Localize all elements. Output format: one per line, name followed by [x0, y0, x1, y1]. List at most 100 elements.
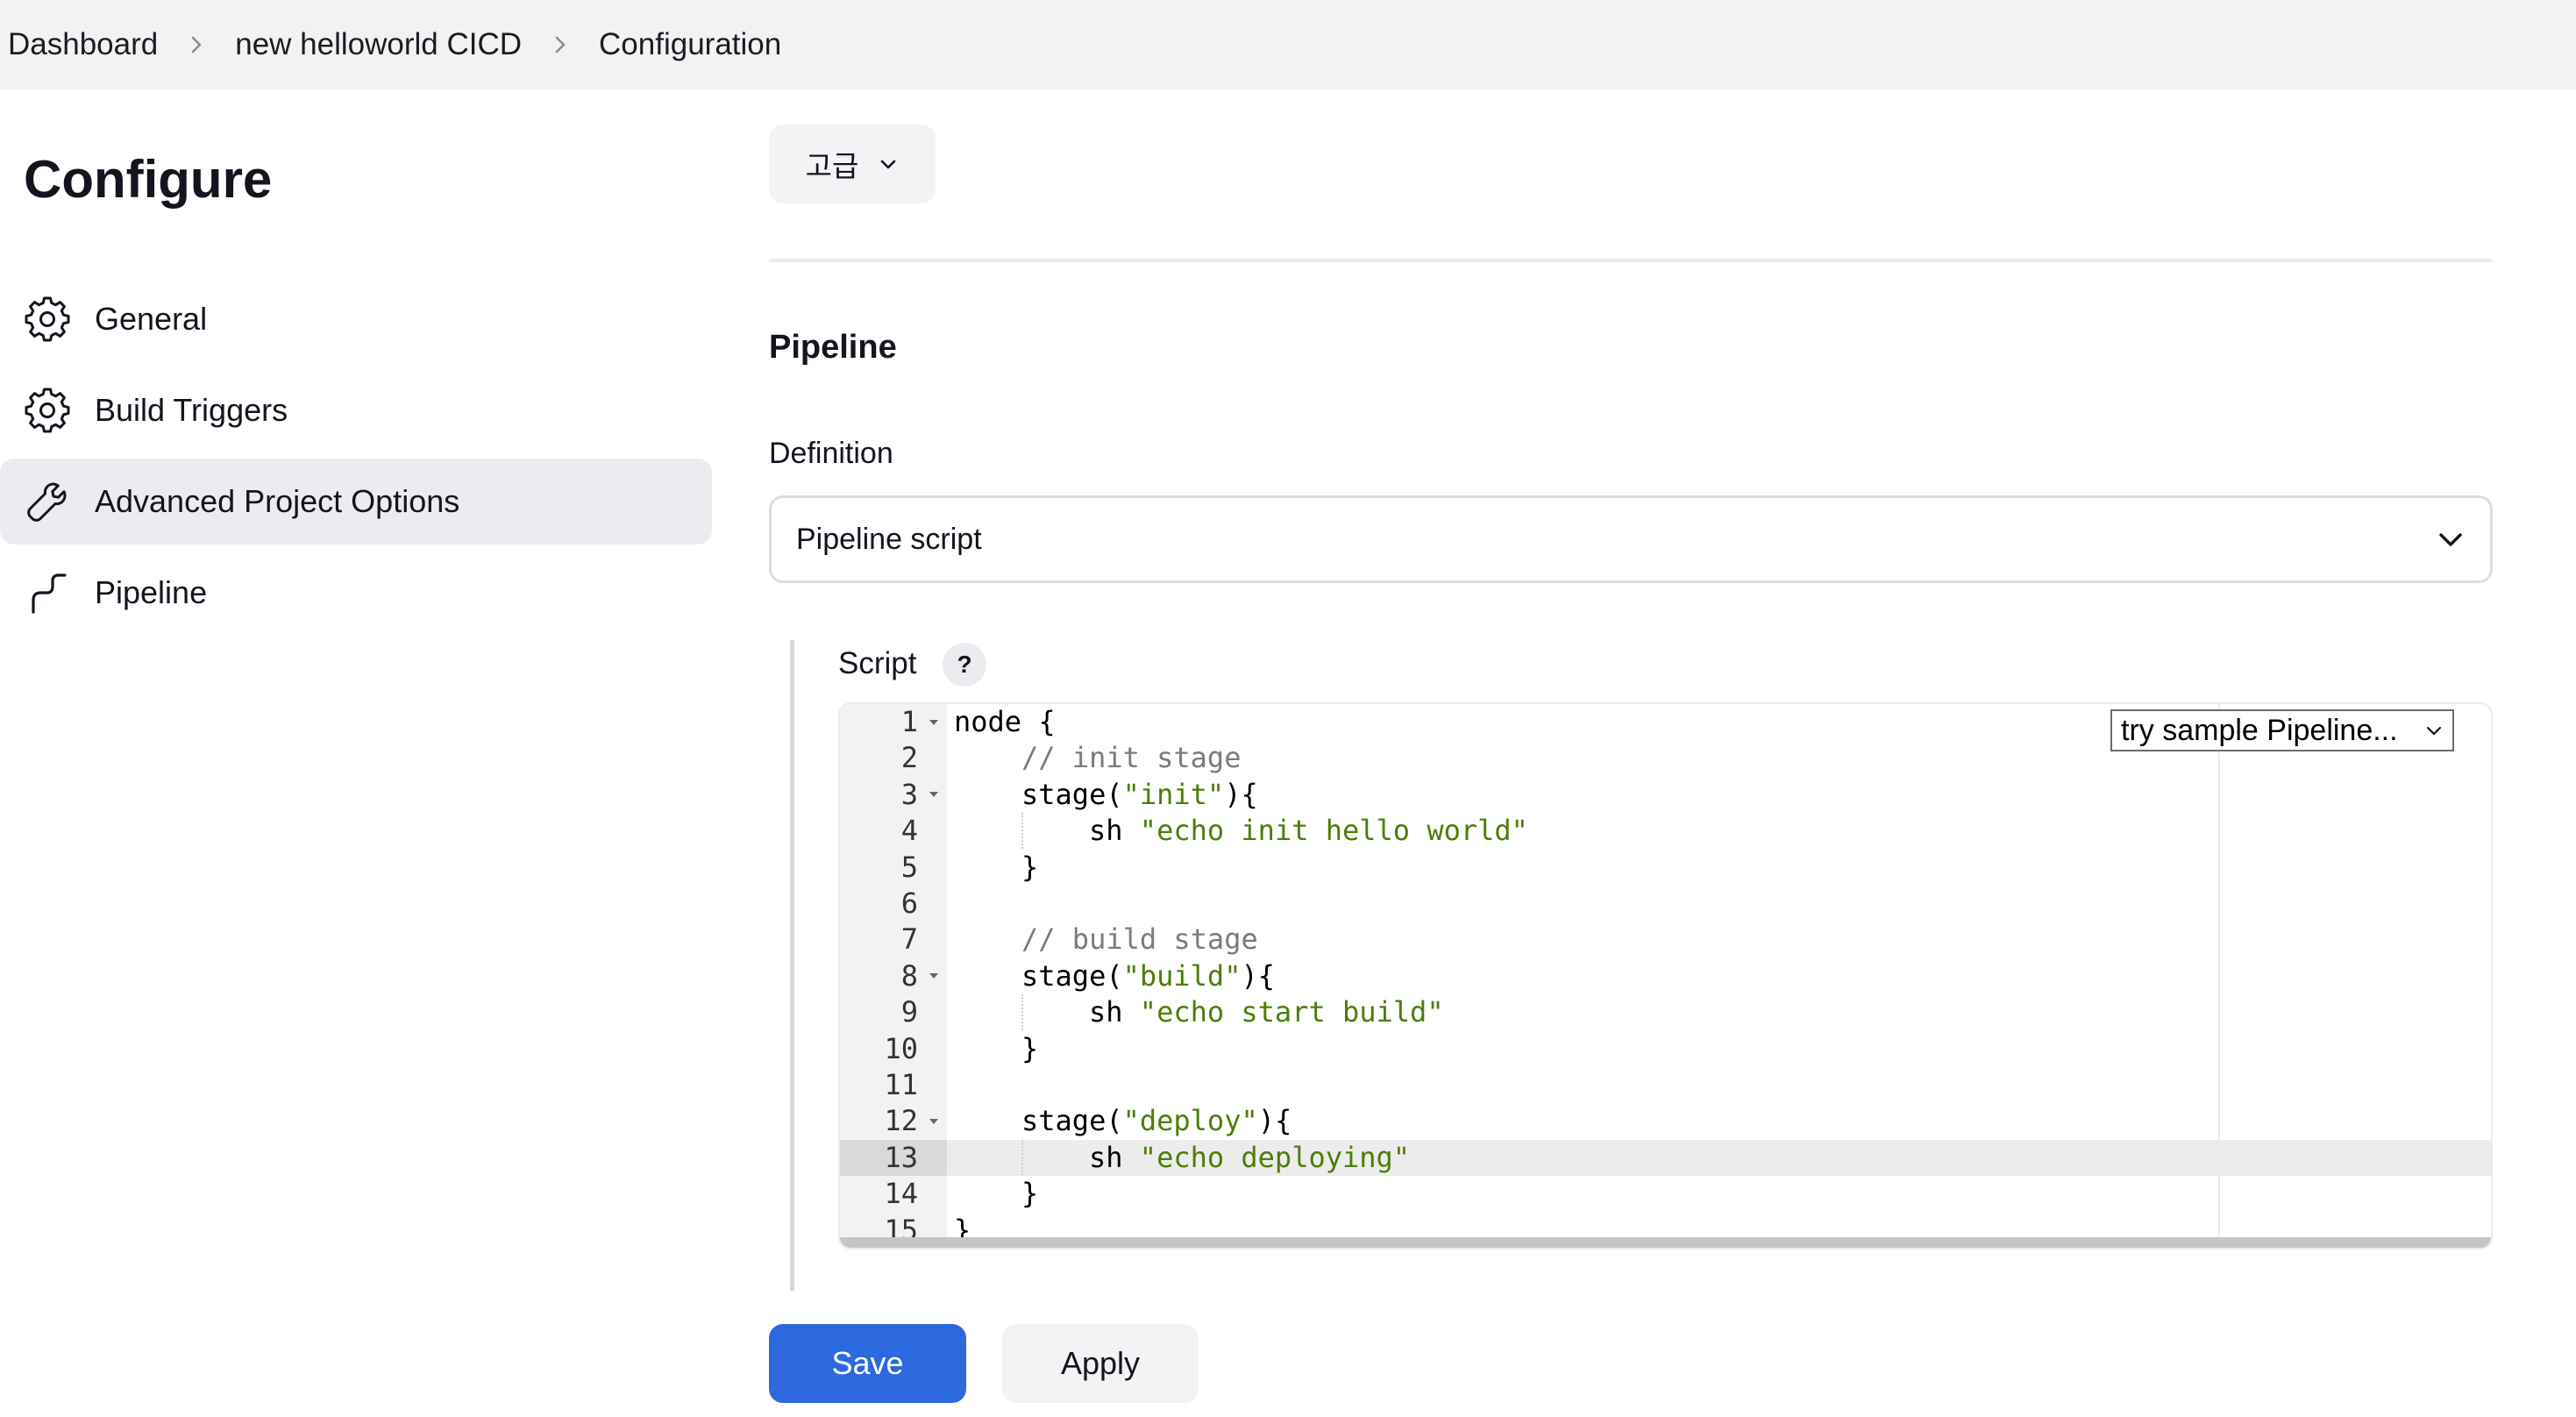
definition-select[interactable]: Pipeline script [769, 495, 2493, 583]
chevron-down-icon [2439, 533, 2462, 546]
code-text: stage("build"){ [1021, 958, 1275, 994]
code-text: } [1021, 1031, 1038, 1067]
code-line[interactable]: 4 sh "echo init hello world" [840, 813, 2491, 850]
code-line[interactable]: 8 stage("build"){ [840, 958, 2491, 994]
sample-pipeline-select[interactable]: try sample Pipeline... [2110, 709, 2454, 751]
sidebar-item-label: Advanced Project Options [95, 483, 460, 519]
code-token-string: "init" [1122, 777, 1225, 811]
script-help-button[interactable]: ? [943, 643, 986, 687]
line-number: 7 [900, 922, 918, 957]
sidebar-item-label: Pipeline [95, 574, 208, 610]
section-divider [769, 259, 2493, 262]
code-line[interactable]: 13 sh "echo deploying" [840, 1139, 2491, 1176]
code-token-plain: stage( [1021, 777, 1123, 811]
code-text: sh "echo deploying" [1089, 1140, 1410, 1176]
sidebar-item-general[interactable]: General [0, 276, 712, 362]
save-button[interactable]: Save [769, 1324, 966, 1403]
code-text: sh "echo start build" [1089, 994, 1444, 1030]
code-line[interactable]: 14} [840, 1176, 2491, 1212]
line-number: 14 [884, 1177, 918, 1211]
indent-guide [1021, 813, 1023, 850]
sidebar-item-build-triggers[interactable]: Build Triggers [0, 367, 712, 453]
line-number: 9 [900, 995, 918, 1029]
fold-arrow-icon[interactable] [928, 1103, 940, 1139]
page-title: Configure [24, 150, 273, 209]
code-line[interactable]: 6 [840, 886, 2491, 922]
apply-button[interactable]: Apply [1002, 1324, 1199, 1403]
code-token-plain: node { [954, 705, 1056, 738]
fold-arrow-icon[interactable] [928, 958, 940, 994]
sidebar-item-label: General [95, 301, 208, 337]
code-line[interactable]: 10} [840, 1031, 2491, 1067]
wrench-icon [25, 479, 70, 524]
code-text: // init stage [1021, 740, 1241, 776]
pipeline-icon [25, 570, 70, 616]
chevron-right-icon [170, 27, 223, 62]
chevron-down-icon [881, 160, 896, 169]
line-number: 2 [900, 741, 918, 775]
line-number: 13 [840, 1139, 947, 1176]
gear-icon [25, 388, 70, 433]
sidebar-item-label: Build Triggers [95, 392, 288, 428]
code-token-plain: } [1021, 1031, 1039, 1065]
code-line[interactable]: 12 stage("deploy"){ [840, 1103, 2491, 1139]
code-line[interactable]: 3 stage("init"){ [840, 777, 2491, 813]
bottom-action-bar [712, 1291, 2576, 1417]
definition-label: Definition [769, 437, 893, 470]
chevron-down-icon [2427, 727, 2441, 735]
definition-select-value: Pipeline script [796, 522, 982, 556]
pipeline-script-editor[interactable]: 1 node {2// init stage 3 stage("init"){4 sh … [838, 702, 2493, 1250]
code-token-plain: ){ [1257, 1104, 1292, 1138]
code-token-string: "echo deploying" [1139, 1140, 1411, 1174]
code-text: stage("init"){ [1021, 777, 1258, 813]
chevron-right-icon [534, 27, 587, 62]
code-token-string: "echo start build" [1139, 995, 1444, 1029]
code-text: } [1021, 850, 1038, 886]
code-token-plain: sh [1089, 1140, 1140, 1174]
code-text: sh "echo init hello world" [1089, 813, 1528, 849]
breadcrumb: Dashboard new helloworld CICD Configurat… [0, 0, 2576, 89]
fold-arrow-icon[interactable] [928, 704, 940, 740]
code-token-plain: stage( [1021, 1104, 1123, 1138]
line-number: 5 [900, 850, 918, 884]
code-text: node { [954, 704, 1056, 740]
code-line[interactable]: 11 [840, 1067, 2491, 1103]
breadcrumb-configuration[interactable]: Configuration [599, 27, 781, 62]
code-token-plain: ){ [1241, 958, 1275, 993]
code-token-plain: sh [1089, 814, 1140, 848]
code-line[interactable]: 7 // build stage [840, 922, 2491, 958]
nested-section-indicator [790, 640, 794, 1294]
line-number: 11 [884, 1068, 918, 1101]
sidebar-item-pipeline[interactable]: Pipeline [0, 550, 712, 636]
code-line[interactable]: 9 sh "echo start build" [840, 994, 2491, 1031]
sample-pipeline-select-value: try sample Pipeline... [2121, 713, 2398, 747]
script-label: Script [838, 646, 917, 680]
line-number: 10 [884, 1031, 918, 1065]
code-token-comment: // build stage [1021, 922, 1258, 957]
code-text: } [1021, 1176, 1038, 1212]
code-token-string: "build" [1122, 958, 1242, 993]
code-token-plain: stage( [1021, 958, 1123, 993]
code-text: stage("deploy"){ [1021, 1103, 1292, 1139]
code-line[interactable]: 5} [840, 850, 2491, 886]
code-token-string: "echo init hello world" [1139, 814, 1528, 848]
editor-horizontal-scrollbar[interactable] [840, 1237, 2491, 1248]
breadcrumb-dashboard[interactable]: Dashboard [8, 27, 158, 62]
fold-arrow-icon[interactable] [928, 777, 940, 813]
code-token-plain: sh [1089, 995, 1140, 1029]
code-token-comment: // init stage [1021, 741, 1242, 775]
breadcrumb-project[interactable]: new helloworld CICD [235, 27, 522, 62]
code-token-string: "deploy" [1122, 1104, 1258, 1138]
indent-guide [1021, 1139, 1023, 1176]
gear-icon [25, 296, 70, 342]
advanced-toggle-button[interactable]: 고급 [769, 125, 936, 203]
code-text: // build stage [1021, 922, 1258, 958]
indent-guide [1021, 994, 1023, 1031]
code-token-plain: } [1021, 1177, 1039, 1211]
advanced-toggle-label: 고급 [805, 150, 859, 182]
code-token-plain: ){ [1224, 777, 1258, 811]
sidebar-item-advanced-project-options[interactable]: Advanced Project Options [0, 459, 712, 545]
line-number: 4 [900, 814, 918, 848]
line-number: 6 [900, 887, 918, 920]
sidebar-nav: General Build Triggers Advanced Project … [0, 276, 712, 641]
